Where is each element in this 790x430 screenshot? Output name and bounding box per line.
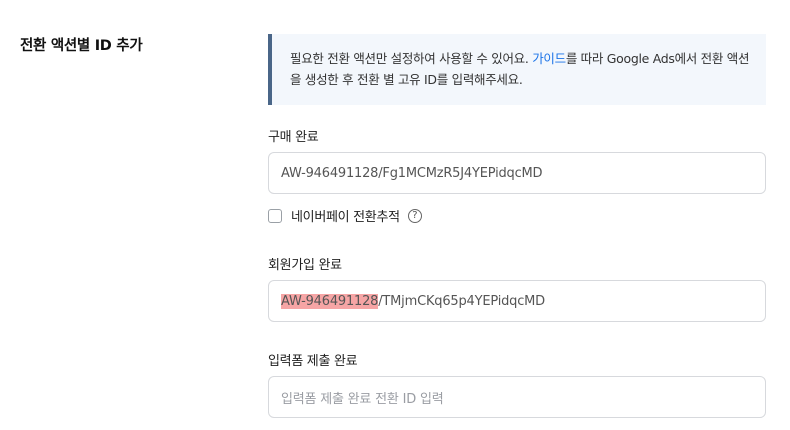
signup-input-highlight: AW-946491128: [281, 293, 379, 309]
purchase-input[interactable]: AW-946491128/Fg1MCMzR5J4YEPidqcMD: [268, 152, 766, 194]
purchase-input-value: AW-946491128/Fg1MCMzR5J4YEPidqcMD: [281, 165, 543, 181]
naverpay-row: 네이버페이 전환추적 ?: [268, 206, 422, 225]
naverpay-checkbox[interactable]: [268, 208, 282, 223]
signup-label: 회원가입 완료: [268, 258, 342, 273]
form-submit-input[interactable]: 입력폼 제출 완료 전환 ID 입력: [268, 376, 766, 418]
info-text-before: 필요한 전환 액션만 설정하여 사용할 수 있어요.: [290, 51, 533, 66]
signup-input[interactable]: AW-946491128/TMjmCKq65p4YEPidqcMD: [268, 280, 766, 322]
section-title: 전환 액션별 ID 추가: [20, 38, 143, 54]
signup-input-rest: /TMjmCKq65p4YEPidqcMD: [378, 293, 545, 309]
purchase-label: 구매 완료: [268, 130, 319, 145]
form-submit-label: 입력폼 제출 완료: [268, 354, 358, 369]
question-circle-icon[interactable]: ?: [407, 208, 422, 223]
info-box: 필요한 전환 액션만 설정하여 사용할 수 있어요. 가이드를 따라 Googl…: [268, 34, 766, 105]
guide-link[interactable]: 가이드: [532, 51, 566, 66]
content-panel: 필요한 전환 액션만 설정하여 사용할 수 있어요. 가이드를 따라 Googl…: [268, 34, 766, 418]
naverpay-label: 네이버페이 전환추적: [291, 210, 400, 225]
form-submit-placeholder: 입력폼 제출 완료 전환 ID 입력: [281, 391, 444, 407]
settings-page: 전환 액션별 ID 추가 필요한 전환 액션만 설정하여 사용할 수 있어요. …: [0, 0, 790, 430]
